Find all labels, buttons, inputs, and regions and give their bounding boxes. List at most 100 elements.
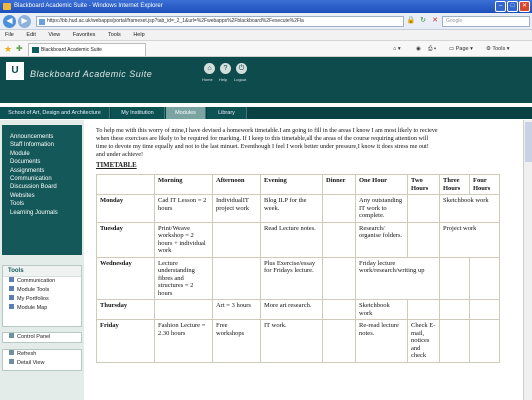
header-cell: Dinner bbox=[322, 174, 356, 195]
maximize-button[interactable]: □ bbox=[507, 1, 518, 12]
vertical-scrollbar[interactable] bbox=[523, 120, 532, 400]
scrollbar-thumb[interactable] bbox=[525, 122, 532, 162]
page-menu[interactable]: ▭ Page ▾ bbox=[449, 44, 473, 54]
tab-modules[interactable]: Modules bbox=[166, 107, 206, 119]
main-content: To help me with this worry of mine,I hav… bbox=[84, 120, 532, 400]
menu-file[interactable]: File bbox=[5, 32, 14, 38]
table-cell bbox=[469, 299, 500, 320]
help-nav-icon[interactable]: ? bbox=[220, 63, 231, 74]
tab-my-institution[interactable]: My Institution bbox=[111, 107, 165, 119]
timetable: Morning Afternoon Evening Dinner One Hou… bbox=[96, 174, 500, 363]
table-cell: IndividualIT project work bbox=[212, 194, 261, 223]
table-cell: Cad IT Lesson = 2 hours bbox=[154, 194, 213, 223]
table-row: Wednesday Lecture understanding fibres a… bbox=[96, 256, 500, 300]
home-icon[interactable]: ⌂ ▾ bbox=[393, 44, 401, 54]
header-icons: ⌂ ? ⏻ Home Help Logout bbox=[202, 63, 264, 83]
detail-view-label: Detail View bbox=[17, 360, 45, 366]
menu-favorites[interactable]: Favorites bbox=[73, 32, 96, 38]
back-button[interactable]: ◀ bbox=[3, 15, 16, 28]
table-cell bbox=[407, 194, 440, 223]
stop-icon[interactable]: ✕ bbox=[430, 16, 440, 26]
browser-tab[interactable]: Blackboard Academic Suite bbox=[28, 43, 146, 56]
sidebar-item-assignments[interactable]: Assignments bbox=[2, 167, 82, 175]
control-panel-link[interactable]: Control Panel bbox=[2, 332, 82, 343]
help-link[interactable]: Help bbox=[219, 77, 227, 82]
tool-communication[interactable]: Communication bbox=[3, 277, 81, 286]
tools-menu-label: Tools bbox=[492, 46, 506, 52]
table-cell: Free workshops bbox=[212, 319, 261, 363]
table-cell bbox=[322, 256, 356, 300]
refresh-icon[interactable]: ↻ bbox=[418, 16, 428, 26]
table-cell: Lecture understanding fibres and structu… bbox=[154, 256, 213, 300]
home-link[interactable]: Home bbox=[202, 77, 213, 82]
minimize-button[interactable]: – bbox=[495, 1, 506, 12]
header-cell: Evening bbox=[260, 174, 323, 195]
window-title: Blackboard Academic Suite - Windows Inte… bbox=[14, 3, 163, 9]
header-cell bbox=[96, 174, 155, 195]
intro-line: time to devote my time equally and not t… bbox=[96, 143, 429, 150]
refresh-label: Refresh bbox=[17, 351, 37, 357]
tool-module-map-label: Module Map bbox=[17, 305, 48, 311]
map-icon bbox=[9, 304, 14, 309]
tab-title: Blackboard Academic Suite bbox=[41, 47, 102, 53]
table-cell: Read Lecture notes. bbox=[260, 221, 323, 258]
sidebar-item-communication[interactable]: Communication bbox=[2, 175, 82, 183]
intro-text: To help me with this worry of mine,I hav… bbox=[96, 127, 526, 159]
table-cell: Plus Exercise/essay for Fridays lecture. bbox=[260, 256, 323, 300]
menu-help[interactable]: Help bbox=[133, 32, 144, 38]
tab-school[interactable]: School of Art, Design and Architecture bbox=[0, 107, 110, 119]
logout-link[interactable]: Logout bbox=[234, 77, 246, 82]
communication-icon bbox=[9, 277, 14, 282]
detail-view-link[interactable]: Detail View bbox=[9, 359, 81, 368]
sidebar-item-tools[interactable]: Tools bbox=[2, 200, 82, 208]
address-url: https://bb.hud.ac.uk/webapps/portal/fram… bbox=[47, 18, 304, 24]
tab-library[interactable]: Library bbox=[207, 107, 247, 119]
logout-nav-icon[interactable]: ⏻ bbox=[236, 63, 247, 74]
feeds-icon[interactable]: ◉ bbox=[416, 44, 421, 54]
sidebar-item-websites[interactable]: Websites bbox=[2, 192, 82, 200]
course-menu: Announcements Staff Information Module D… bbox=[2, 125, 82, 255]
table-cell bbox=[322, 319, 356, 363]
search-input[interactable]: Google bbox=[442, 16, 530, 27]
tool-module-tools[interactable]: Module Tools bbox=[3, 286, 81, 295]
navigation-bar: ◀ ▶ https://bb.hud.ac.uk/webapps/portal/… bbox=[0, 13, 532, 30]
address-bar[interactable]: https://bb.hud.ac.uk/webapps/portal/fram… bbox=[36, 16, 404, 27]
menu-view[interactable]: View bbox=[48, 32, 60, 38]
home-nav-icon[interactable]: ⌂ bbox=[204, 63, 215, 74]
add-favorite-icon[interactable]: ✚ bbox=[16, 44, 23, 53]
table-cell: IT work. bbox=[260, 319, 323, 363]
timetable-title: TIMETABLE bbox=[96, 162, 137, 169]
day-cell: Tuesday bbox=[96, 221, 155, 258]
day-cell: Wednesday bbox=[96, 256, 155, 300]
sidebar-item-discussion-board[interactable]: Discussion Board bbox=[2, 183, 82, 191]
page-menu-label: Page bbox=[455, 46, 469, 52]
close-button[interactable]: ✕ bbox=[519, 1, 530, 12]
refresh-link[interactable]: Refresh bbox=[9, 350, 81, 359]
tool-my-portfolios-label: My Portfolios bbox=[17, 296, 49, 302]
control-panel-icon bbox=[9, 333, 14, 338]
intro-line: To help me with this worry of mine,I hav… bbox=[96, 127, 438, 134]
tool-my-portfolios[interactable]: My Portfolios bbox=[3, 295, 81, 304]
favorites-star-icon[interactable]: ★ bbox=[4, 44, 12, 55]
forward-button[interactable]: ▶ bbox=[18, 15, 31, 28]
sidebar-item-documents[interactable]: Documents bbox=[2, 158, 82, 166]
sidebar-item-staff-information[interactable]: Staff Information bbox=[2, 141, 82, 149]
blackboard-header: U Blackboard Academic Suite ⌂ ? ⏻ Home H… bbox=[0, 57, 532, 103]
tools-menu[interactable]: ⚙ Tools ▾ bbox=[486, 44, 510, 54]
header-cell: Afternoon bbox=[212, 174, 261, 195]
table-cell bbox=[322, 299, 356, 320]
portal-tabs: School of Art, Design and Architecture M… bbox=[0, 107, 532, 119]
sidebar-item-announcements[interactable]: Announcements bbox=[2, 133, 82, 141]
lock-icon[interactable]: 🔒 bbox=[406, 16, 416, 26]
tool-module-map[interactable]: Module Map bbox=[3, 304, 81, 313]
table-cell bbox=[469, 256, 500, 300]
print-icon[interactable]: ⎙ ▾ bbox=[428, 44, 436, 54]
day-cell: Thursday bbox=[96, 299, 155, 320]
menu-tools[interactable]: Tools bbox=[108, 32, 121, 38]
detail-view-icon bbox=[9, 359, 14, 364]
header-cell: Morning bbox=[154, 174, 213, 195]
sidebar-item-module[interactable]: Module bbox=[2, 150, 82, 158]
menu-edit[interactable]: Edit bbox=[26, 32, 35, 38]
sidebar-item-learning-journals[interactable]: Learning Journals bbox=[2, 209, 82, 217]
header-cell: One Hour bbox=[355, 174, 408, 195]
